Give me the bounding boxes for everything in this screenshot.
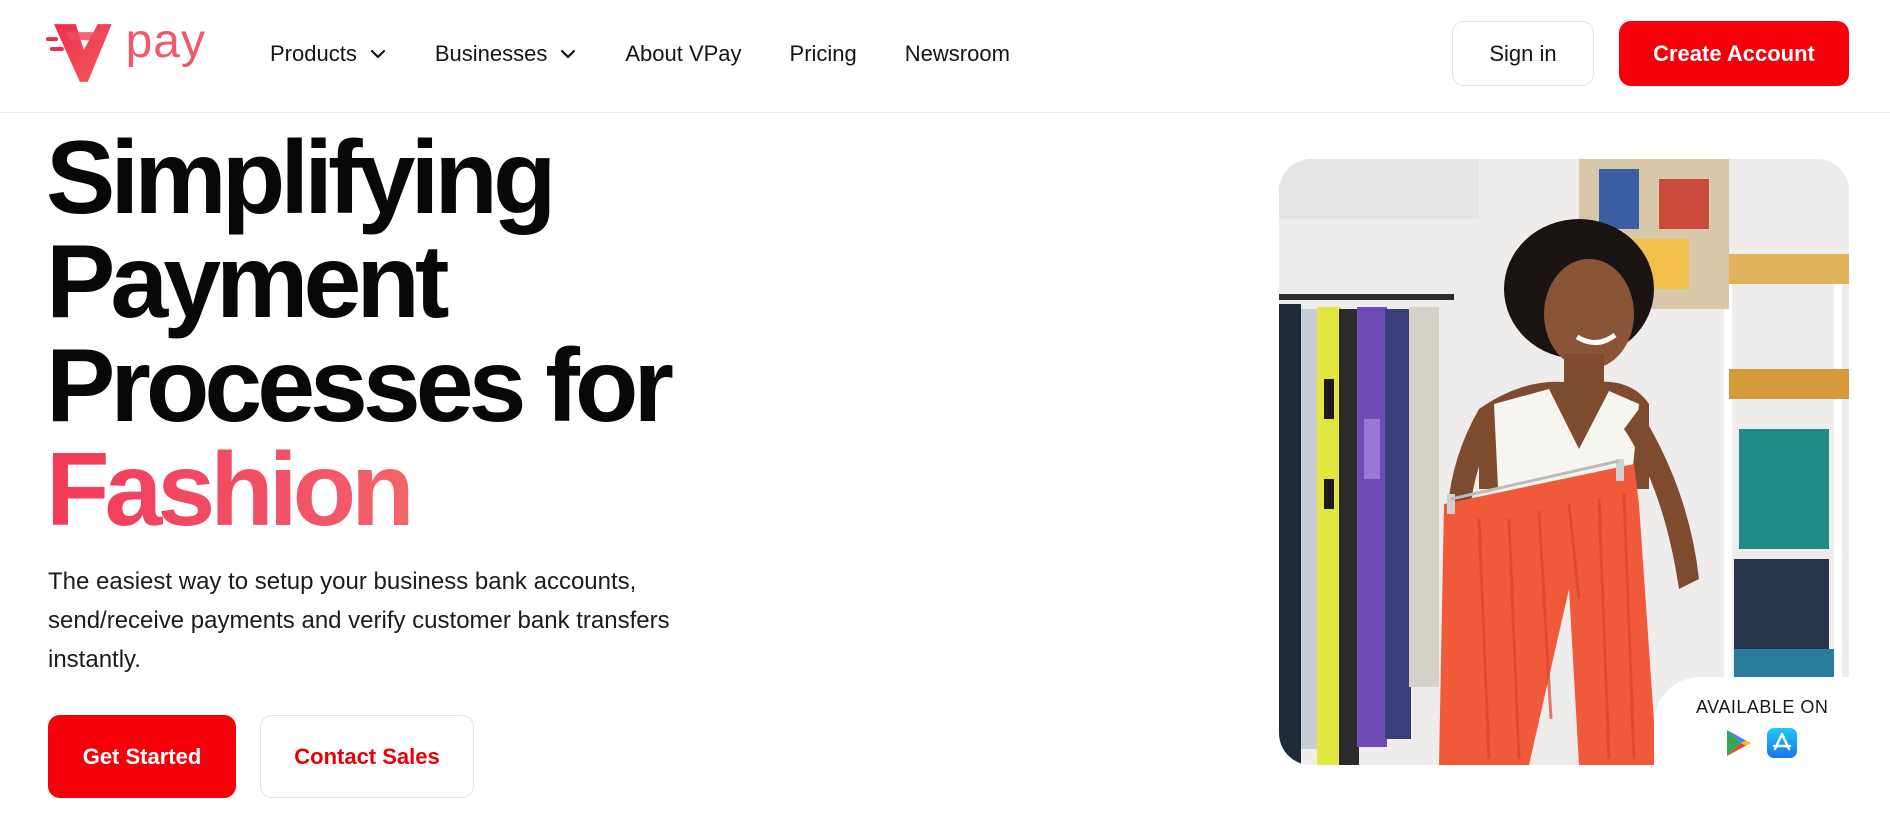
chevron-down-icon bbox=[370, 49, 385, 59]
vpay-logo-mark bbox=[46, 24, 112, 82]
nav-businesses-label: Businesses bbox=[434, 41, 548, 66]
hero-photo bbox=[1279, 159, 1849, 765]
hero-title-accent: Fashion bbox=[46, 438, 669, 542]
available-on-label: AVAILABLE ON bbox=[1696, 697, 1829, 717]
hero-title-line-2: Payment bbox=[46, 224, 450, 340]
nav-newsroom[interactable]: Newsroom bbox=[905, 41, 1010, 67]
contact-sales-button[interactable]: Contact Sales bbox=[260, 715, 474, 798]
chevron-down-icon bbox=[561, 49, 576, 59]
nav-pricing-label: Pricing bbox=[789, 41, 857, 66]
vpay-logo[interactable]: pay bbox=[46, 15, 206, 86]
hero-title-line-3: Processes for bbox=[46, 328, 674, 444]
nav-about-label: About VPay bbox=[625, 41, 742, 66]
store-icons bbox=[1722, 727, 1798, 759]
sign-in-button[interactable]: Sign in bbox=[1452, 21, 1594, 86]
nav-products[interactable]: Products bbox=[270, 41, 387, 67]
nav-businesses[interactable]: Businesses bbox=[435, 41, 578, 67]
main-nav: Products Businesses About VPay Pricing N… bbox=[270, 34, 1058, 74]
hero-subtitle: The easiest way to setup your business b… bbox=[48, 568, 670, 673]
site-header: pay Products Businesses About VPay Prici… bbox=[0, 0, 1890, 113]
nav-about-vpay[interactable]: About VPay bbox=[625, 41, 741, 67]
fashion-shop-illustration bbox=[1279, 159, 1849, 765]
hero-title-line-1: Simplifying bbox=[46, 120, 556, 236]
google-play-icon[interactable] bbox=[1722, 727, 1754, 759]
get-started-button[interactable]: Get Started bbox=[48, 715, 236, 798]
nav-newsroom-label: Newsroom bbox=[904, 41, 1010, 66]
nav-pricing[interactable]: Pricing bbox=[790, 41, 857, 67]
nav-products-label: Products bbox=[270, 41, 357, 66]
logo-wordmark: pay bbox=[125, 15, 206, 68]
create-account-button[interactable]: Create Account bbox=[1619, 21, 1849, 86]
app-availability-badge: AVAILABLE ON bbox=[1654, 677, 1890, 787]
hero-title: Simplifying Payment Processes for Fashio… bbox=[46, 120, 674, 542]
app-store-icon[interactable] bbox=[1766, 727, 1798, 759]
